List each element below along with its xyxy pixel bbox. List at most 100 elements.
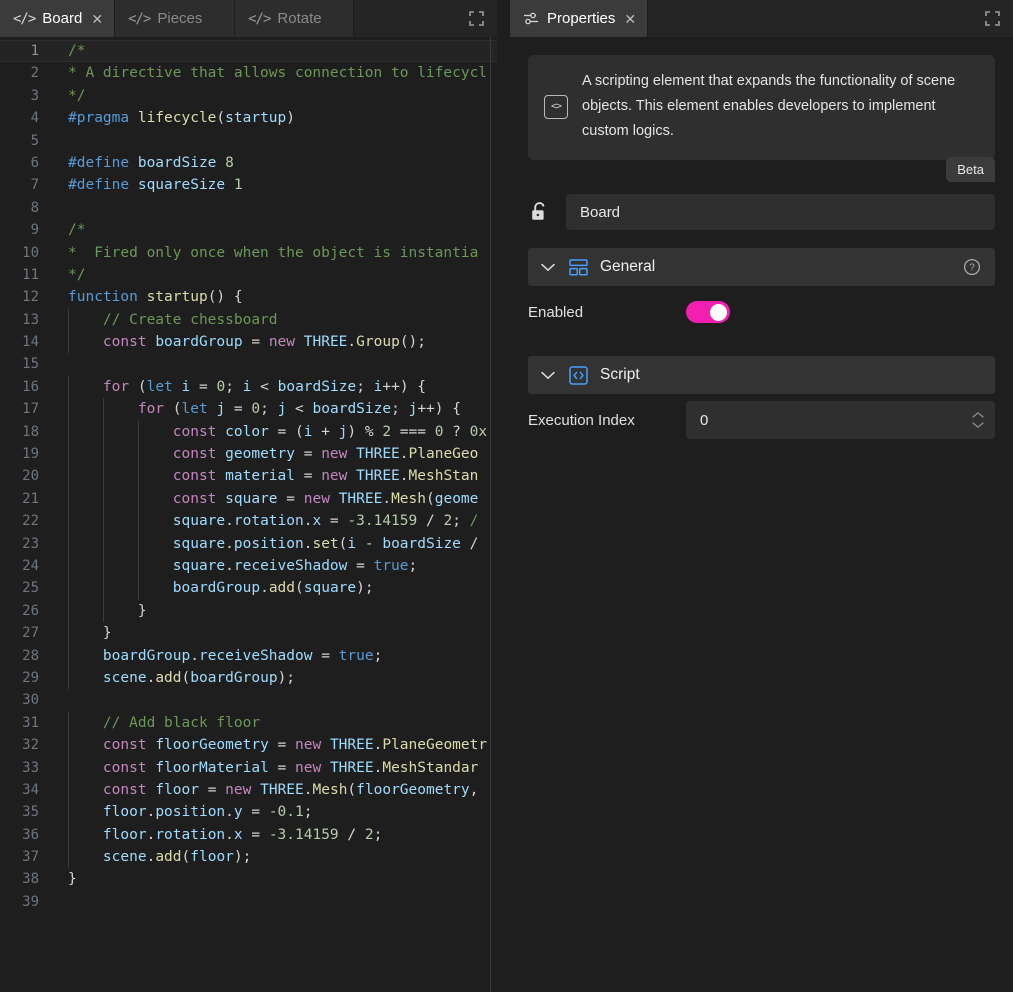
code-token: new (269, 334, 295, 350)
code-line[interactable]: 26 } (0, 600, 497, 622)
code-token: / (417, 513, 443, 529)
code-line[interactable]: 28 boardGroup.receiveShadow = true; (0, 645, 497, 667)
code-line[interactable]: 8 (0, 197, 497, 219)
code-line[interactable]: 25 boardGroup.add(square); (0, 577, 497, 599)
property-label: Execution Index (528, 412, 686, 429)
code-line[interactable]: 6#define boardSize 8 (0, 152, 497, 174)
code-token: /* (68, 43, 85, 59)
code-editor-body[interactable]: 1/*2* A directive that allows connection… (0, 37, 497, 992)
line-number: 31 (0, 712, 52, 734)
description-text: A scripting element that expands the fun… (582, 69, 979, 144)
code-token: ; (260, 401, 277, 417)
code-line-text: const floor = new THREE.Mesh(floorGeomet… (52, 779, 497, 801)
code-token: . (347, 334, 356, 350)
unlock-icon[interactable] (528, 201, 550, 223)
code-line[interactable]: 14 const boardGroup = new THREE.Group(); (0, 331, 497, 353)
panel-divider[interactable] (497, 0, 510, 992)
code-token: boardSize (382, 536, 461, 552)
code-line[interactable]: 23 square.position.set(i - boardSize / (0, 533, 497, 555)
code-token: x (312, 513, 321, 529)
code-token: THREE (356, 468, 400, 484)
code-line[interactable]: 31 // Add black floor (0, 712, 497, 734)
indent-guide (68, 667, 69, 689)
code-token: const (173, 424, 217, 440)
code-token: / (339, 827, 365, 843)
code-token: floor (103, 827, 147, 843)
code-line[interactable]: 18 const color = (i + j) % 2 === 0 ? 0x (0, 421, 497, 443)
code-token: const (103, 334, 147, 350)
code-line[interactable]: 17 for (let j = 0; j < boardSize; j++) { (0, 398, 497, 420)
section-title: General (600, 258, 951, 276)
line-number: 14 (0, 331, 52, 353)
code-line[interactable]: 12function startup() { (0, 286, 497, 308)
code-line[interactable]: 22 square.rotation.x = -3.14159 / 2; / (0, 510, 497, 532)
code-token (68, 737, 103, 753)
code-line-text: * Fired only once when the object is ins… (52, 242, 497, 264)
code-token: . (225, 558, 234, 574)
code-line[interactable]: 11*/ (0, 264, 497, 286)
code-icon: </> (128, 11, 150, 27)
tab-label: Board (42, 10, 82, 27)
code-token: receiveShadow (199, 648, 313, 664)
section-header-general[interactable]: General ? (528, 248, 995, 286)
code-line[interactable]: 29 scene.add(boardGroup); (0, 667, 497, 689)
tab-pieces[interactable]: </> Pieces ✕ (115, 0, 235, 37)
property-row-enabled: Enabled (528, 286, 995, 338)
object-name-input[interactable] (566, 194, 995, 230)
maximize-icon (469, 11, 484, 26)
code-line[interactable]: 37 scene.add(floor); (0, 846, 497, 868)
code-line[interactable]: 16 for (let i = 0; i < boardSize; i++) { (0, 376, 497, 398)
code-line[interactable]: 32 const floorGeometry = new THREE.Plane… (0, 734, 497, 756)
code-line-text: boardGroup.add(square); (52, 577, 497, 599)
code-token: = (269, 737, 295, 753)
maximize-properties-button[interactable] (971, 0, 1013, 37)
code-token: 1 (234, 177, 243, 193)
code-line[interactable]: 4#pragma lifecycle(startup) (0, 107, 497, 129)
execution-index-input[interactable] (700, 412, 971, 429)
code-line[interactable]: 7#define squareSize 1 (0, 174, 497, 196)
code-line[interactable]: 36 floor.rotation.x = -3.14159 / 2; (0, 824, 497, 846)
code-line-text: for (let i = 0; i < boardSize; i++) { (52, 376, 497, 398)
code-line[interactable]: 10* Fired only once when the object is i… (0, 242, 497, 264)
code-line[interactable]: 2* A directive that allows connection to… (0, 62, 497, 84)
code-line[interactable]: 33 const floorMaterial = new THREE.MeshS… (0, 757, 497, 779)
enabled-toggle[interactable] (686, 301, 730, 323)
execution-index-stepper[interactable] (686, 401, 995, 439)
maximize-editor-button[interactable] (455, 0, 497, 37)
code-token: #pragma (68, 110, 129, 126)
code-token: 2 (365, 827, 374, 843)
code-line[interactable]: 9/* (0, 219, 497, 241)
stepper-arrows[interactable] (971, 411, 985, 429)
code-line[interactable]: 5 (0, 130, 497, 152)
code-line[interactable]: 3*/ (0, 85, 497, 107)
line-number: 30 (0, 689, 52, 711)
code-line[interactable]: 20 const material = new THREE.MeshStan (0, 465, 497, 487)
close-icon[interactable]: ✕ (91, 12, 103, 26)
code-line[interactable]: 35 floor.position.y = -0.1; (0, 801, 497, 823)
code-line[interactable]: 30 (0, 689, 497, 711)
code-token (347, 468, 356, 484)
close-icon[interactable]: ✕ (624, 12, 636, 26)
code-line[interactable]: 21 const square = new THREE.Mesh(geome (0, 488, 497, 510)
code-token: Mesh (391, 491, 426, 507)
section-header-script[interactable]: Script (528, 356, 995, 394)
code-line[interactable]: 34 const floor = new THREE.Mesh(floorGeo… (0, 779, 497, 801)
tab-board[interactable]: </> Board ✕ (0, 0, 115, 37)
code-token: = (199, 782, 225, 798)
code-token: material (225, 468, 295, 484)
code-token: -0.1 (269, 804, 304, 820)
code-line[interactable]: 39 (0, 891, 497, 913)
code-line[interactable]: 19 const geometry = new THREE.PlaneGeo (0, 443, 497, 465)
code-line[interactable]: 13 // Create chessboard (0, 309, 497, 331)
code-line[interactable]: 24 square.receiveShadow = true; (0, 555, 497, 577)
tab-properties[interactable]: Properties ✕ (510, 0, 648, 37)
help-circle-icon[interactable]: ? (963, 258, 981, 276)
code-line[interactable]: 1/* (0, 40, 497, 62)
code-token (68, 648, 103, 664)
code-token: -3.14159 (347, 513, 417, 529)
code-line[interactable]: 27 } (0, 622, 497, 644)
tab-rotate[interactable]: </> Rotate ✕ (235, 0, 354, 37)
code-line[interactable]: 38} (0, 868, 497, 890)
code-line[interactable]: 15 (0, 353, 497, 375)
line-number: 2 (0, 62, 52, 84)
